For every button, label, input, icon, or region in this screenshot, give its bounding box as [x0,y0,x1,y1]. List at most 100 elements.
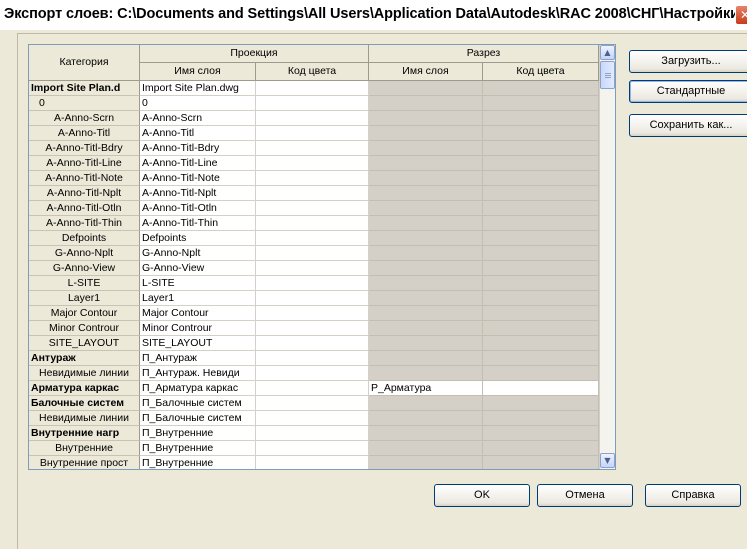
row-section-layer[interactable] [369,306,483,321]
row-projection-layer[interactable]: A-Anno-Titl [140,126,256,141]
close-icon[interactable]: ✕ [735,5,747,25]
header-projection-color-code[interactable]: Код цвета [256,63,369,81]
row-projection-color[interactable] [256,441,369,456]
row-projection-layer[interactable]: П_Антураж [140,351,256,366]
row-section-color[interactable] [483,321,599,336]
help-button[interactable]: Справка [645,484,741,507]
row-projection-layer[interactable]: A-Anno-Titl-Line [140,156,256,171]
row-section-color[interactable] [483,456,599,469]
row-projection-color[interactable] [256,156,369,171]
row-projection-color[interactable] [256,141,369,156]
row-section-layer[interactable] [369,81,483,96]
row-section-layer[interactable] [369,141,483,156]
row-section-color[interactable] [483,111,599,126]
row-projection-layer[interactable]: A-Anno-Titl-Thin [140,216,256,231]
row-section-color[interactable] [483,171,599,186]
row-projection-color[interactable] [256,456,369,469]
row-projection-color[interactable] [256,171,369,186]
standard-button[interactable]: Стандартные [629,80,747,103]
row-projection-layer[interactable]: П_Внутренние [140,441,256,456]
row-projection-layer[interactable]: G-Anno-View [140,261,256,276]
row-projection-color[interactable] [256,306,369,321]
row-projection-color[interactable] [256,366,369,381]
row-projection-layer[interactable]: A-Anno-Titl-Bdry [140,141,256,156]
row-section-color[interactable] [483,156,599,171]
header-category[interactable]: Категория [29,45,140,81]
row-section-color[interactable] [483,141,599,156]
row-section-layer[interactable] [369,261,483,276]
row-section-layer[interactable] [369,216,483,231]
row-projection-color[interactable] [256,411,369,426]
row-section-layer[interactable] [369,201,483,216]
row-projection-layer[interactable]: A-Anno-Titl-Nplt [140,186,256,201]
row-projection-color[interactable] [256,231,369,246]
row-section-layer[interactable] [369,231,483,246]
chevron-up-icon[interactable]: ▲ [600,45,615,60]
header-section-color-code[interactable]: Код цвета [483,63,599,81]
row-section-layer[interactable] [369,171,483,186]
row-projection-color[interactable] [256,186,369,201]
chevron-down-icon[interactable]: ▼ [600,453,615,468]
row-projection-color[interactable] [256,96,369,111]
row-projection-layer[interactable]: Minor Controur [140,321,256,336]
row-section-layer[interactable] [369,336,483,351]
row-section-color[interactable] [483,246,599,261]
row-section-color[interactable] [483,351,599,366]
row-projection-color[interactable] [256,291,369,306]
row-section-color[interactable] [483,96,599,111]
row-projection-color[interactable] [256,351,369,366]
row-section-layer[interactable] [369,186,483,201]
row-projection-layer[interactable]: L-SITE [140,276,256,291]
row-section-color[interactable] [483,381,599,396]
row-section-color[interactable] [483,291,599,306]
load-button[interactable]: Загрузить... [629,50,747,73]
row-projection-color[interactable] [256,246,369,261]
row-projection-layer[interactable]: A-Anno-Titl-Note [140,171,256,186]
row-section-layer[interactable] [369,426,483,441]
scrollbar-thumb[interactable] [600,61,615,89]
row-section-color[interactable] [483,276,599,291]
row-projection-color[interactable] [256,216,369,231]
row-projection-layer[interactable]: 0 [140,96,256,111]
row-projection-layer[interactable]: A-Anno-Titl-Otln [140,201,256,216]
vertical-scrollbar[interactable]: ▲ ▼ [599,45,615,469]
row-projection-layer[interactable]: Major Contour [140,306,256,321]
row-projection-layer[interactable]: П_Арматура каркас [140,381,256,396]
row-section-color[interactable] [483,336,599,351]
row-projection-layer[interactable]: SITE_LAYOUT [140,336,256,351]
row-section-color[interactable] [483,306,599,321]
row-section-layer[interactable] [369,321,483,336]
row-section-color[interactable] [483,186,599,201]
row-projection-color[interactable] [256,426,369,441]
row-section-color[interactable] [483,231,599,246]
row-section-layer[interactable] [369,126,483,141]
row-section-layer[interactable] [369,396,483,411]
row-projection-layer[interactable]: П_Балочные систем [140,396,256,411]
row-section-layer[interactable] [369,456,483,469]
row-projection-color[interactable] [256,336,369,351]
cancel-button[interactable]: Отмена [537,484,633,507]
row-section-color[interactable] [483,366,599,381]
row-projection-color[interactable] [256,81,369,96]
row-section-layer[interactable] [369,441,483,456]
row-section-color[interactable] [483,396,599,411]
row-projection-layer[interactable]: G-Anno-Nplt [140,246,256,261]
row-section-layer[interactable] [369,291,483,306]
row-projection-layer[interactable]: П_Балочные систем [140,411,256,426]
row-projection-layer[interactable]: Import Site Plan.dwg [140,81,256,96]
row-projection-layer[interactable]: П_Внутренние [140,456,256,469]
row-section-layer[interactable] [369,351,483,366]
row-section-color[interactable] [483,261,599,276]
row-projection-layer[interactable]: Layer1 [140,291,256,306]
row-section-color[interactable] [483,126,599,141]
row-section-layer[interactable] [369,411,483,426]
row-projection-color[interactable] [256,111,369,126]
row-projection-color[interactable] [256,396,369,411]
row-projection-color[interactable] [256,381,369,396]
row-projection-color[interactable] [256,261,369,276]
row-section-layer[interactable] [369,156,483,171]
row-section-layer[interactable] [369,276,483,291]
save-as-button[interactable]: Сохранить как... [629,114,747,137]
row-section-layer[interactable] [369,111,483,126]
row-section-color[interactable] [483,411,599,426]
